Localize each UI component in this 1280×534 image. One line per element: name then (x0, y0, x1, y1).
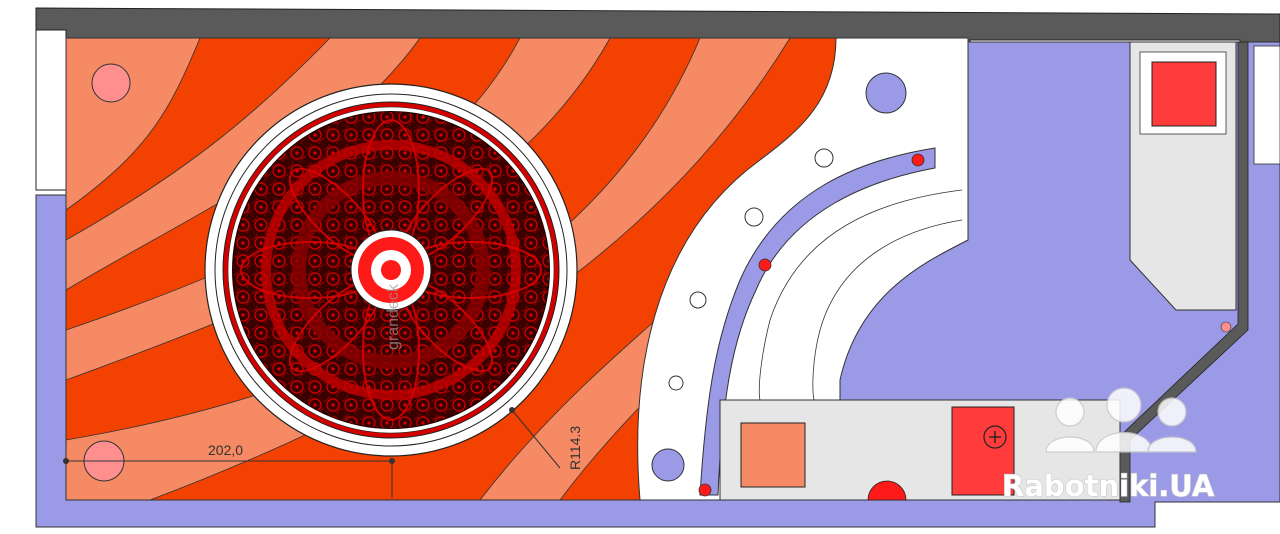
white-spot-lamp (814, 148, 834, 168)
white-spot-lamp (668, 375, 684, 391)
red-channel-spot (698, 483, 712, 497)
red-channel-spot (911, 153, 925, 167)
small-pink-lamp (1220, 321, 1232, 333)
medallion-stamp: grandeck (385, 283, 402, 350)
watermark-text: Rabotniki.UA (1002, 469, 1215, 503)
plus-circle-icon (983, 425, 1007, 449)
salmon-square-lamp (740, 422, 806, 488)
red-square-lamp (1151, 61, 1217, 127)
floor-plan-drawing: grandeck 202,0 R114.3 Rabotniki.UA (35, 7, 1280, 528)
white-spot-lamp (744, 207, 764, 227)
dimension-radius-label: R114.3 (567, 426, 583, 470)
white-spot-lamp (689, 291, 707, 309)
right-edge-panel (1253, 45, 1280, 165)
dimension-linear-label: 202,0 (208, 442, 243, 458)
blue-round-lamp (865, 72, 907, 114)
blue-round-lamp (651, 448, 685, 482)
left-wall (35, 29, 67, 191)
pink-round-lamp (91, 63, 131, 103)
ceiling-medallion: grandeck (204, 83, 578, 457)
workers-helmet-icon (1045, 387, 1197, 453)
red-channel-spot (758, 258, 772, 272)
